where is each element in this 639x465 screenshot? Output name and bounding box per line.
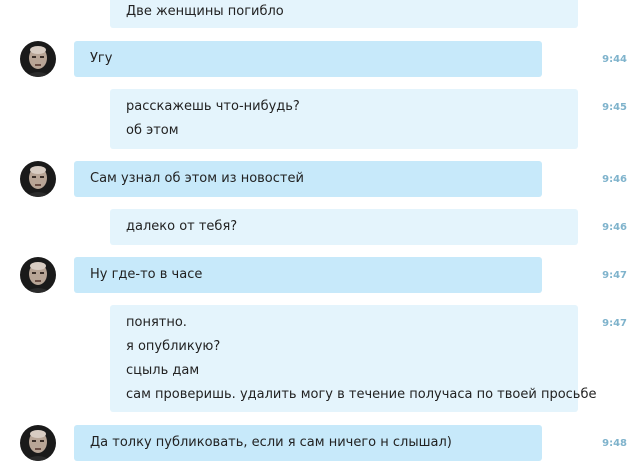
message-bubble-outgoing[interactable]: понятно. я опубликую? сцыль дам сам пров… bbox=[110, 305, 596, 412]
avatar-photo-icon bbox=[20, 425, 56, 461]
message-text: сам проверишь. удалить могу в течение по… bbox=[126, 387, 597, 402]
message-text: об этом bbox=[126, 123, 179, 138]
message-bubble-incoming[interactable]: Да толку публиковать, если я сам ничего … bbox=[74, 425, 542, 461]
message-timestamp: 9:46 bbox=[602, 174, 627, 185]
message-timestamp: 9:46 bbox=[602, 222, 627, 233]
contact-avatar[interactable] bbox=[20, 425, 56, 461]
message-text: Сам узнал об этом из новостей bbox=[90, 171, 304, 186]
message-bubble-outgoing[interactable]: расскажешь что-нибудь? об этом bbox=[110, 89, 578, 149]
contact-avatar[interactable] bbox=[20, 161, 56, 197]
message-text: Да толку публиковать, если я сам ничего … bbox=[90, 435, 452, 450]
message-timestamp: 9:47 bbox=[602, 270, 627, 281]
message-text: Угу bbox=[90, 51, 113, 66]
message-timestamp: 9:44 bbox=[602, 54, 627, 65]
contact-avatar[interactable] bbox=[20, 257, 56, 293]
message-bubble-incoming[interactable]: Угу bbox=[74, 41, 542, 77]
message-text: Две женщины погибло bbox=[126, 4, 284, 19]
contact-avatar[interactable] bbox=[20, 41, 56, 77]
message-text: далеко от тебя? bbox=[126, 219, 238, 234]
avatar-photo-icon bbox=[20, 41, 56, 77]
message-text: я опубликую? bbox=[126, 339, 221, 354]
message-bubble-outgoing[interactable]: Две женщины погибло bbox=[110, 0, 578, 28]
avatar-photo-icon bbox=[20, 161, 56, 197]
message-timestamp: 9:47 bbox=[602, 318, 627, 329]
message-bubble-incoming[interactable]: Ну где-то в часе bbox=[74, 257, 542, 293]
message-bubble-outgoing[interactable]: далеко от тебя? bbox=[110, 209, 578, 245]
message-text: сцыль дам bbox=[126, 363, 200, 378]
avatar-photo-icon bbox=[20, 257, 56, 293]
message-timestamp: 9:45 bbox=[602, 102, 627, 113]
chat-history: Две женщины погибло Угу 9:44 расскажешь … bbox=[0, 0, 639, 465]
message-text: понятно. bbox=[126, 315, 187, 330]
message-text: расскажешь что-нибудь? bbox=[126, 99, 300, 114]
message-bubble-incoming[interactable]: Сам узнал об этом из новостей bbox=[74, 161, 542, 197]
message-text: Ну где-то в часе bbox=[90, 267, 203, 282]
message-timestamp: 9:48 bbox=[602, 438, 627, 449]
